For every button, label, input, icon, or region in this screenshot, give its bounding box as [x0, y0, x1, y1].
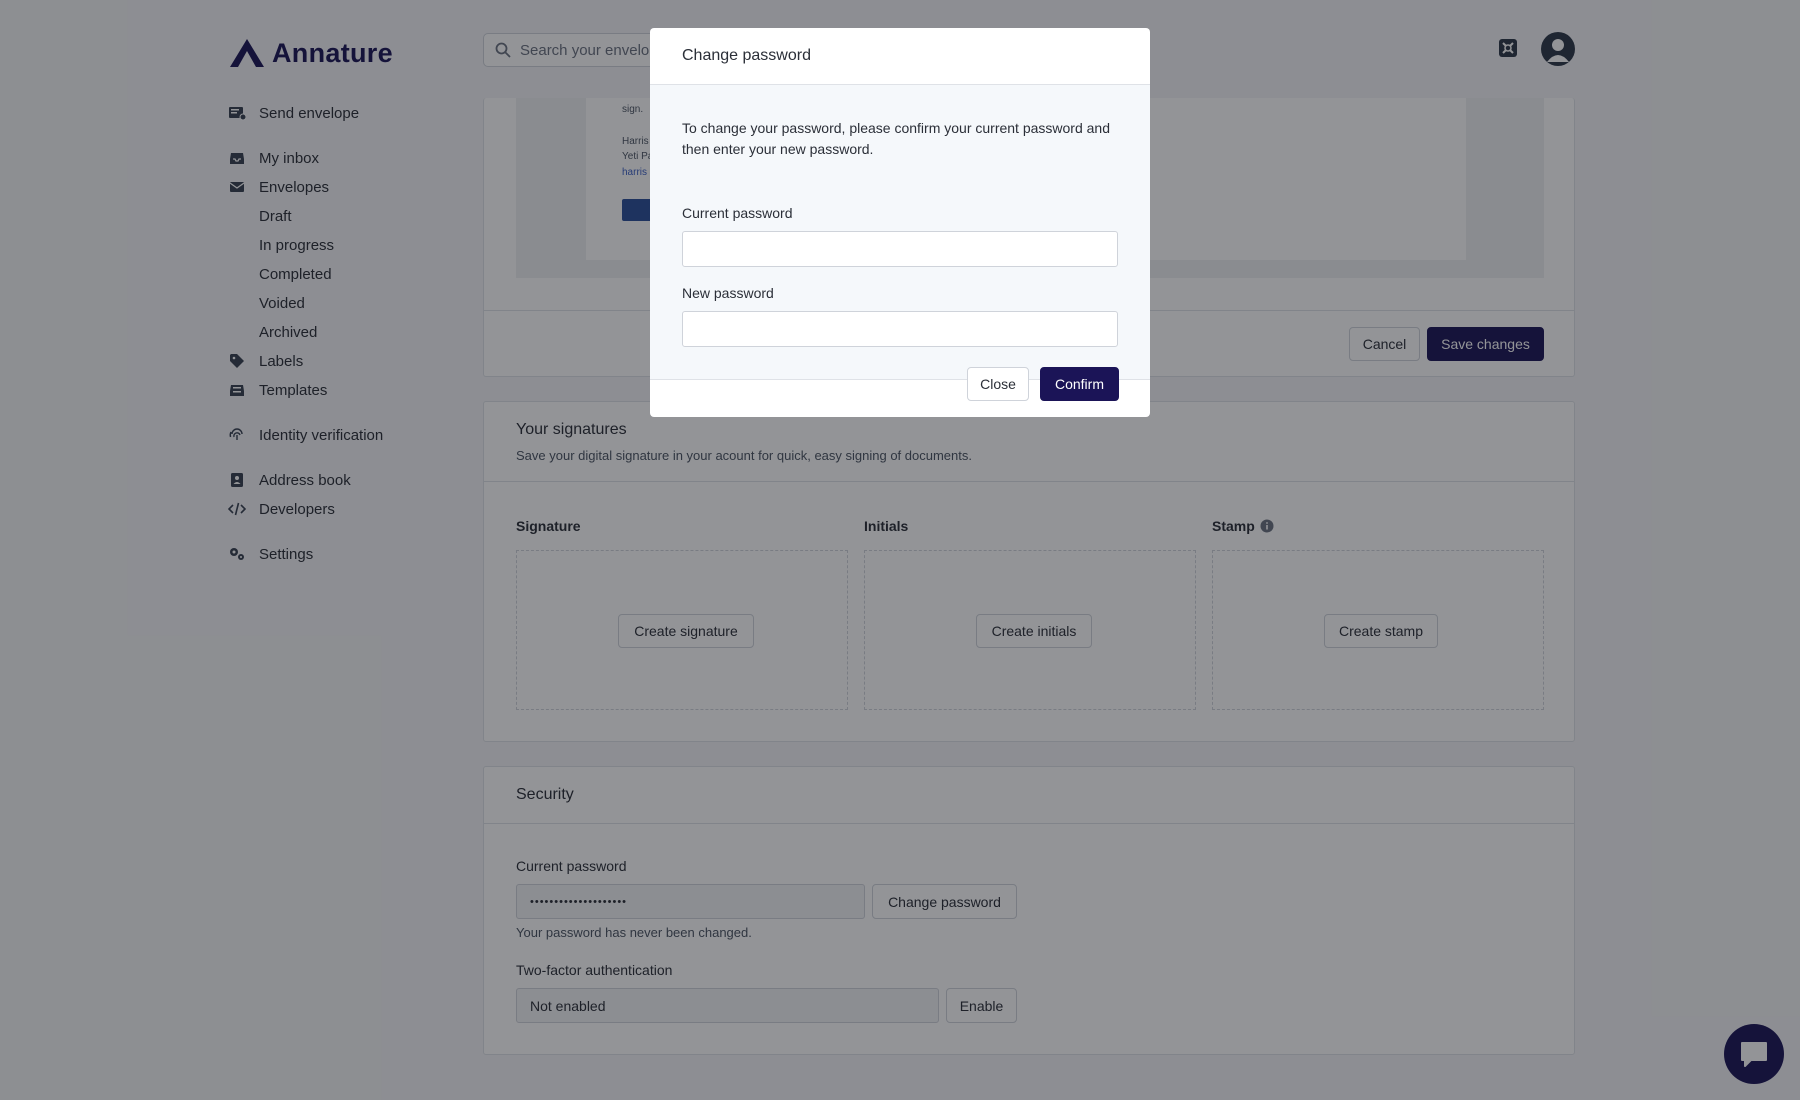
modal-current-password-input[interactable]: [682, 231, 1118, 267]
modal-close-button[interactable]: Close: [967, 367, 1029, 401]
modal-title: Change password: [650, 28, 1150, 85]
modal-confirm-button[interactable]: Confirm: [1040, 367, 1119, 401]
modal-description: To change your password, please confirm …: [682, 120, 1110, 157]
modal-body: To change your password, please confirm …: [650, 85, 1150, 380]
modal-current-password-label: Current password: [682, 205, 793, 221]
modal-new-password-label: New password: [682, 285, 774, 301]
change-password-modal: Change password To change your password,…: [650, 28, 1150, 417]
modal-new-password-input[interactable]: [682, 311, 1118, 347]
